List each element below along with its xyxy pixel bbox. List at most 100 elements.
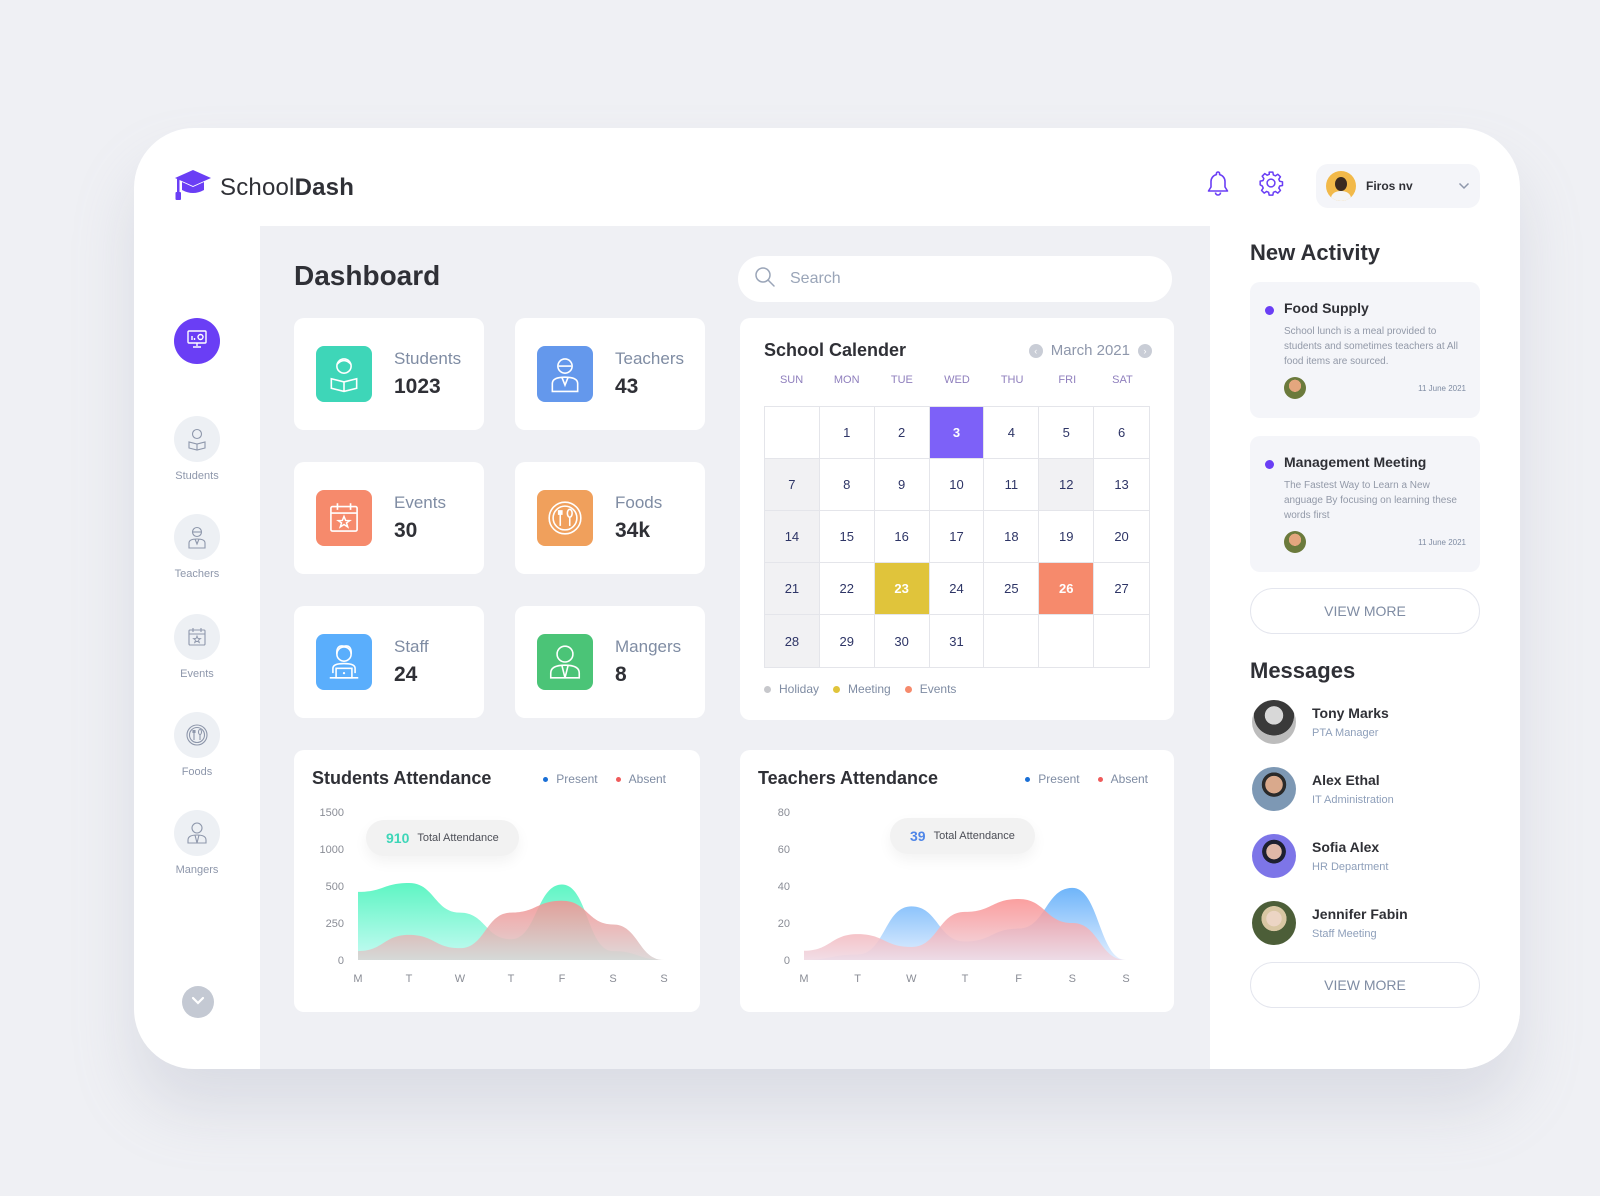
x-tick-label: F <box>1015 973 1022 985</box>
activity-date: 11 June 2021 <box>1418 537 1466 547</box>
activity-title: Management Meeting <box>1284 454 1427 470</box>
calendar-day[interactable]: 13 <box>1094 459 1149 511</box>
weekday-label: TUE <box>890 374 913 386</box>
activity-text: The Fastest Way to Learn a New anguage B… <box>1284 480 1457 521</box>
calendar-day[interactable]: 21 <box>765 563 820 615</box>
y-tick-label: 80 <box>778 807 790 819</box>
sidebar-label: Mangers <box>175 864 219 876</box>
activity-card[interactable]: Food Supply School lunch is a meal provi… <box>1250 282 1480 418</box>
message-item[interactable]: Sofia Alex HR Department <box>1252 834 1482 878</box>
legend-dot <box>833 686 841 694</box>
message-role: Staff Meeting <box>1312 928 1377 940</box>
activity-card[interactable]: Management Meeting The Fastest Way to Le… <box>1250 436 1480 572</box>
stat-card-managers[interactable]: Mangers 8 <box>515 606 705 718</box>
calendar-day[interactable]: 28 <box>765 615 820 667</box>
view-more-activity-button[interactable]: VIEW MORE <box>1250 588 1480 634</box>
page-title: Dashboard <box>294 260 441 291</box>
sidebar-item-teachers[interactable]: Teachers <box>157 514 237 580</box>
manager-icon <box>537 634 593 690</box>
calendar-day[interactable]: 26 <box>1039 563 1095 615</box>
calendar-day[interactable]: 31 <box>930 615 985 667</box>
x-tick-label: T <box>962 973 969 985</box>
x-tick-label: S <box>1122 973 1129 985</box>
message-item[interactable]: Jennifer Fabin Staff Meeting <box>1252 901 1482 945</box>
calendar-day[interactable]: 7 <box>765 459 820 511</box>
brand-bold: Dash <box>294 173 355 201</box>
calendar-day[interactable]: 9 <box>874 459 930 511</box>
chevron-right-icon[interactable]: › <box>1138 343 1152 358</box>
calendar-star-icon <box>174 614 220 660</box>
search-input[interactable] <box>790 270 1150 288</box>
message-item[interactable]: Alex Ethal IT Administration <box>1252 767 1482 811</box>
x-tick-label: W <box>906 973 917 985</box>
calendar-day[interactable]: 18 <box>984 511 1040 563</box>
calendar-day[interactable]: 19 <box>1039 511 1095 563</box>
search-bar[interactable] <box>738 256 1172 302</box>
stat-card-events[interactable]: Events 30 <box>294 462 484 574</box>
activity-dot <box>1265 306 1274 315</box>
total-attendance-label: Total Attendance <box>933 830 1015 842</box>
calendar-empty-cell <box>765 407 820 459</box>
stat-card-teachers[interactable]: Teachers 43 <box>515 318 705 430</box>
sidebar-item-managers[interactable]: Mangers <box>157 810 237 876</box>
stat-card-students[interactable]: Students 1023 <box>294 318 484 430</box>
calendar-star-icon <box>316 490 372 546</box>
calendar-day[interactable]: 3 <box>929 407 985 459</box>
stat-card-staff[interactable]: Staff 24 <box>294 606 484 718</box>
stat-value: 30 <box>394 519 418 542</box>
calendar-day[interactable]: 25 <box>984 563 1040 615</box>
settings-button[interactable] <box>1256 170 1286 200</box>
view-more-messages-button[interactable]: VIEW MORE <box>1250 962 1480 1008</box>
calendar-day[interactable]: 30 <box>875 615 930 667</box>
messages-title: Messages <box>1250 658 1356 683</box>
logo[interactable]: SchoolDash <box>174 168 354 207</box>
calendar-day[interactable]: 8 <box>819 459 875 511</box>
calendar-day[interactable]: 23 <box>874 563 930 615</box>
message-item[interactable]: Tony Marks PTA Manager <box>1252 700 1482 744</box>
activity-title: Food Supply <box>1284 300 1369 316</box>
x-tick-label: T <box>508 973 515 985</box>
calendar-day[interactable]: 17 <box>929 511 985 563</box>
calendar-day[interactable]: 16 <box>874 511 930 563</box>
y-tick-label: 20 <box>778 918 790 930</box>
x-tick-label: S <box>1069 973 1076 985</box>
calendar-day[interactable]: 11 <box>984 459 1040 511</box>
calendar-day[interactable]: 5 <box>1039 407 1095 459</box>
calendar-day[interactable]: 29 <box>820 615 875 667</box>
sidebar-item-foods[interactable]: Foods <box>157 712 237 778</box>
calendar-day[interactable]: 24 <box>929 563 985 615</box>
calendar-day[interactable]: 20 <box>1094 511 1149 563</box>
calendar-day[interactable]: 2 <box>874 407 930 459</box>
sidebar-expand-button[interactable] <box>182 986 214 1018</box>
legend-label: Meeting <box>848 682 891 696</box>
message-avatar <box>1252 834 1296 878</box>
calendar-day[interactable]: 1 <box>819 407 875 459</box>
calendar-day[interactable]: 14 <box>765 511 820 563</box>
calendar-day[interactable]: 10 <box>929 459 985 511</box>
x-tick-label: S <box>609 973 616 985</box>
sidebar-item-students[interactable]: Students <box>157 416 237 482</box>
calendar-day[interactable]: 22 <box>819 563 875 615</box>
calendar-day[interactable]: 6 <box>1094 407 1149 459</box>
total-attendance-label: Total Attendance <box>417 832 499 844</box>
calendar-day[interactable]: 4 <box>984 407 1040 459</box>
notifications-button[interactable] <box>1203 170 1233 200</box>
user-menu[interactable]: Firos nv <box>1316 164 1480 208</box>
sidebar-item-dashboard[interactable] <box>174 318 220 364</box>
chevron-left-icon[interactable]: ‹ <box>1028 343 1043 358</box>
message-name: Sofia Alex <box>1312 839 1380 855</box>
chevron-down-icon <box>191 993 205 1011</box>
manager-icon <box>174 810 220 856</box>
message-role: IT Administration <box>1312 794 1394 806</box>
calendar-day[interactable]: 12 <box>1039 459 1095 511</box>
school-calendar: School Calender ‹ March 2021 › SUN MON TUE… <box>740 318 1174 720</box>
calendar-day[interactable]: 15 <box>819 511 875 563</box>
sidebar-item-events[interactable]: Events <box>157 614 237 680</box>
calendar-day[interactable]: 27 <box>1094 563 1149 615</box>
weekday-label: SUN <box>779 374 804 386</box>
stat-label: Staff <box>394 637 429 656</box>
y-tick-label: 250 <box>326 918 344 930</box>
weekday-label: FRI <box>1058 374 1077 386</box>
calendar-month-nav: ‹ March 2021 › <box>1028 342 1152 359</box>
stat-card-foods[interactable]: Foods 34k <box>515 462 705 574</box>
